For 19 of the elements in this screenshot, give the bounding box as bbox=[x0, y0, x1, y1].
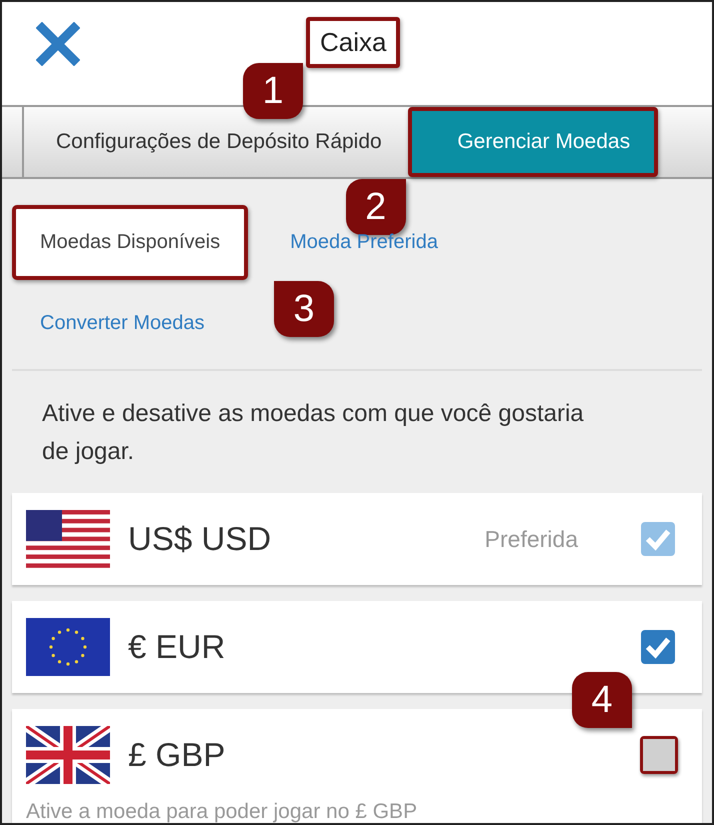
callout-number: 4 bbox=[572, 672, 632, 728]
currency-name: £ GBP bbox=[128, 736, 226, 774]
uk-flag-icon bbox=[26, 726, 110, 784]
sub-tab[interactable]: Moedas Disponíveis bbox=[12, 205, 248, 280]
us-flag-icon bbox=[26, 510, 110, 568]
window-title: Caixa bbox=[306, 17, 400, 68]
close-icon[interactable] bbox=[36, 22, 80, 66]
intro-text: Ative e desative as moedas com que você gostaria de jogar. bbox=[42, 399, 585, 467]
tab[interactable]: Gerenciar Moedas bbox=[408, 107, 658, 177]
eu-flag-icon bbox=[26, 618, 110, 676]
hint-text: Ative a moeda para poder jogar no £ GBP bbox=[26, 800, 418, 823]
currency-name: US$ USD bbox=[128, 520, 272, 558]
preferred-label: Preferida bbox=[484, 526, 578, 552]
callout-number: 2 bbox=[346, 179, 406, 235]
sub-tab[interactable]: Converter Moedas bbox=[12, 286, 233, 361]
currency-name: € EUR bbox=[128, 628, 226, 666]
checkbox[interactable] bbox=[641, 630, 675, 664]
callout-number: 1 bbox=[243, 63, 303, 119]
callout-number: 3 bbox=[274, 281, 334, 337]
